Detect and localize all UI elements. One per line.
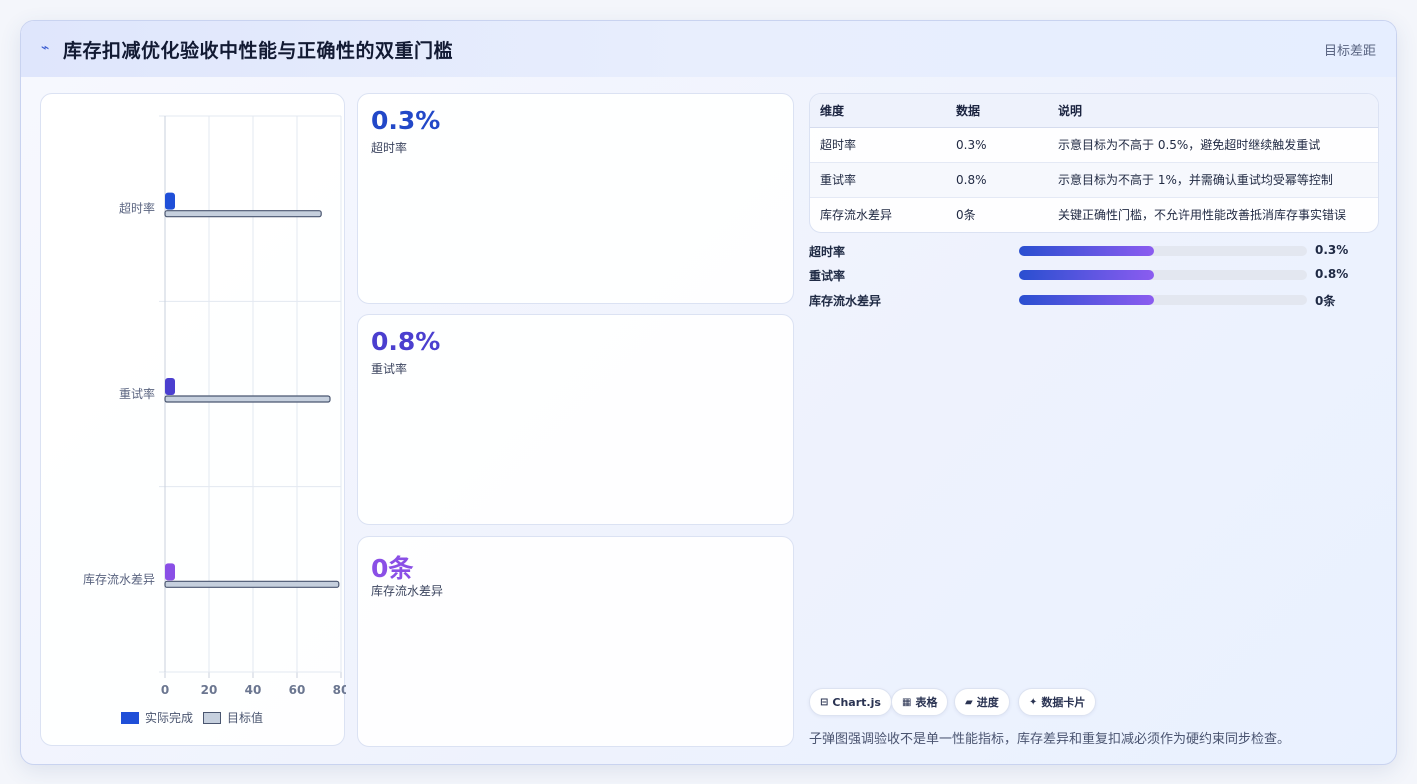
chart-icon: ⊟ <box>820 696 829 708</box>
target-bar <box>164 210 322 218</box>
pulse-icon: ⌁ <box>41 40 50 56</box>
stat-value: 0.3% <box>371 106 441 135</box>
legend-swatch-actual <box>121 711 139 724</box>
table-row: 重试率 0.8% 示意目标为不高于 1%，并需确认重试均受幂等控制 <box>810 162 1378 198</box>
legend-label-target: 目标值 <box>227 711 264 725</box>
pill-label: Chart.js <box>832 695 881 709</box>
stat-card-timeout: 0.3% 超时率 <box>357 93 794 304</box>
progress-value: 0.8% <box>1315 267 1349 281</box>
x-tick-label: 80 <box>333 683 346 697</box>
dashboard-frame: ⌁ 库存扣减优化验收中性能与正确性的双重门槛 目标差距 0 20 40 60 80 超时率… <box>20 20 1397 765</box>
table-header-row: 维度 数据 说明 <box>810 94 1378 128</box>
table-cell: 0.8% <box>946 162 1048 198</box>
progress-fill <box>1019 246 1155 256</box>
actual-bar <box>165 192 175 210</box>
page-title: 库存扣减优化验收中性能与正确性的双重门槛 <box>63 40 454 62</box>
bullet-chart: 0 20 40 60 80 超时率重试率库存流水差异 <box>83 115 346 697</box>
stat-label: 重试率 <box>371 362 408 376</box>
progress-row-ledger-diff: 库存流水差异 0条 <box>809 290 1379 310</box>
column-header: 数据 <box>946 94 1048 128</box>
pill-label: 进度 <box>976 696 999 709</box>
table-cell: 关键正确性门槛，不允许用性能改善抵消库存事实错误 <box>1058 208 1347 223</box>
actual-bar <box>165 378 175 395</box>
progress-row-timeout: 超时率 0.3% <box>809 241 1379 261</box>
target-bar <box>164 580 340 588</box>
metrics-table-card: 维度 数据 说明 超时率 0.3% 示意目标为不高于 0.5%，避免超时继续触发… <box>809 93 1379 233</box>
progress-track <box>1019 270 1307 280</box>
table-cell: 超时率 <box>810 127 946 163</box>
progress-fill <box>1019 270 1155 280</box>
progress-row-retry: 重试率 0.8% <box>809 265 1379 285</box>
y-tick-label: 重试率 <box>119 386 155 401</box>
progress-icon: ▰ <box>965 696 973 708</box>
progress-track <box>1019 246 1307 256</box>
y-tick-label: 库存流水差异 <box>83 571 155 586</box>
metrics-table: 维度 数据 说明 超时率 0.3% 示意目标为不高于 0.5%，避免超时继续触发… <box>810 94 1378 232</box>
column-header: 说明 <box>1048 94 1378 128</box>
pill-data-card[interactable]: ✦ 数据卡片 <box>1018 688 1097 716</box>
legend-swatch-target <box>203 711 222 724</box>
stat-value: 0.8% <box>371 327 441 356</box>
stat-value: 0条 <box>371 554 414 583</box>
x-tick-label: 20 <box>201 683 218 697</box>
progress-fill <box>1019 295 1155 305</box>
stat-label: 超时率 <box>371 141 408 155</box>
table-cell: 重试率 <box>810 162 946 198</box>
table-cell: 示意目标为不高于 0.5%，避免超时继续触发重试 <box>1048 127 1378 163</box>
table-cell: 库存流水差异 <box>820 208 893 223</box>
pill-progress[interactable]: ▰ 进度 <box>954 688 1010 716</box>
header-bar: ⌁ 库存扣减优化验收中性能与正确性的双重门槛 目标差距 <box>21 21 1396 77</box>
gap-label: 目标差距 <box>1323 44 1376 59</box>
column-header: 维度 <box>810 94 946 128</box>
target-bar <box>164 395 331 403</box>
legend-item-actual[interactable]: 实际完成 <box>121 709 193 726</box>
progress-label: 重试率 <box>809 269 846 283</box>
stat-card-ledger-diff: 0条 库存流水差异 <box>357 536 794 747</box>
x-tick-label: 40 <box>245 683 262 697</box>
footnote: 子弹图强调验收不是单一性能指标，库存差异和重复扣减必须作为硬约束同步检查。 <box>809 732 1291 747</box>
actual-bar <box>165 563 175 581</box>
legend-label-actual: 实际完成 <box>145 711 194 725</box>
progress-value: 0条 <box>1315 294 1336 308</box>
pill-chartjs[interactable]: ⊟ Chart.js <box>809 688 892 716</box>
bullet-chart-card: 0 20 40 60 80 超时率重试率库存流水差异 实际完成 目标值 <box>40 93 346 746</box>
x-tick-label: 60 <box>289 683 306 697</box>
chart-legend: 实际完成 目标值 <box>121 709 273 726</box>
stat-card-retry: 0.8% 重试率 <box>357 314 794 525</box>
stat-label: 库存流水差异 <box>371 584 444 598</box>
pill-table[interactable]: ▦ 表格 <box>891 688 949 716</box>
card-icon: ✦ <box>1029 696 1038 708</box>
progress-label: 库存流水差异 <box>809 294 882 308</box>
table-row: 超时率 0.3% 示意目标为不高于 0.5%，避免超时继续触发重试 <box>810 127 1378 163</box>
y-tick-label: 超时率 <box>119 201 155 216</box>
pill-label: 数据卡片 <box>1041 696 1086 709</box>
table-cell: 0条 <box>956 208 976 223</box>
progress-track <box>1019 295 1307 305</box>
table-cell: 示意目标为不高于 1%，并需确认重试均受幂等控制 <box>1048 162 1378 198</box>
progress-label: 超时率 <box>809 245 846 259</box>
legend-item-target[interactable]: 目标值 <box>203 709 263 726</box>
progress-value: 0.3% <box>1315 243 1349 257</box>
table-cell: 0.3% <box>946 127 1048 163</box>
table-row: 库存流水差异 0条 关键正确性门槛，不允许用性能改善抵消库存事实错误 <box>810 197 1378 232</box>
x-tick-label: 0 <box>161 683 169 697</box>
table-icon: ▦ <box>902 696 912 708</box>
pill-label: 表格 <box>915 696 938 709</box>
